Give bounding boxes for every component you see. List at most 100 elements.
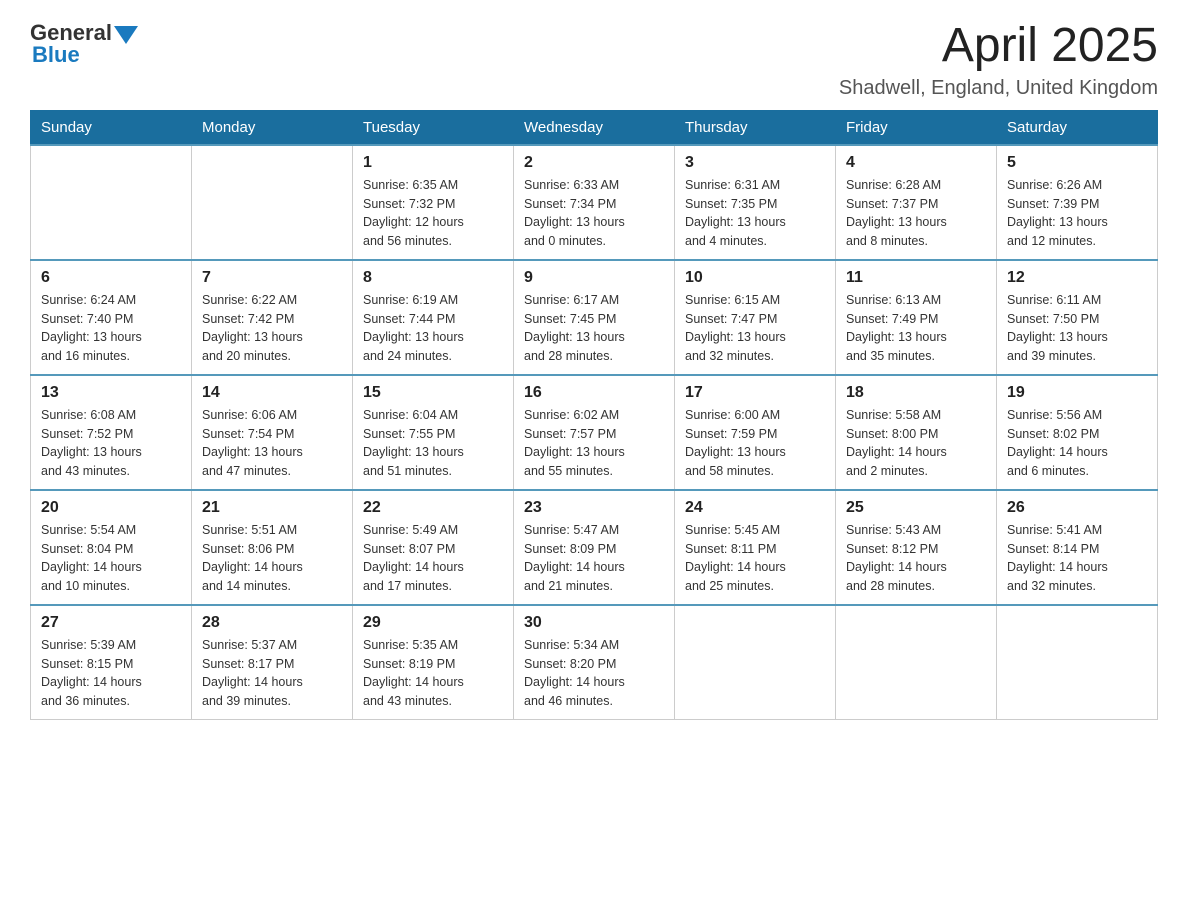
logo-triangle-icon xyxy=(114,26,138,44)
day-info: Sunrise: 5:37 AM Sunset: 8:17 PM Dayligh… xyxy=(202,636,342,711)
day-number: 11 xyxy=(846,269,986,287)
day-info: Sunrise: 6:15 AM Sunset: 7:47 PM Dayligh… xyxy=(685,291,825,366)
calendar-cell: 14 Sunrise: 6:06 AM Sunset: 7:54 PM Dayli… xyxy=(192,375,353,490)
calendar-cell: 7 Sunrise: 6:22 AM Sunset: 7:42 PM Daylig… xyxy=(192,260,353,375)
day-number: 3 xyxy=(685,154,825,172)
day-info: Sunrise: 5:56 AM Sunset: 8:02 PM Dayligh… xyxy=(1007,406,1147,481)
calendar-cell: 13 Sunrise: 6:08 AM Sunset: 7:52 PM Dayli… xyxy=(31,375,192,490)
location-subtitle: Shadwell, England, United Kingdom xyxy=(839,77,1158,100)
day-number: 13 xyxy=(41,384,181,402)
day-number: 28 xyxy=(202,614,342,632)
calendar-week-3: 13 Sunrise: 6:08 AM Sunset: 7:52 PM Dayli… xyxy=(31,375,1158,490)
day-number: 12 xyxy=(1007,269,1147,287)
calendar-week-5: 27 Sunrise: 5:39 AM Sunset: 8:15 PM Dayli… xyxy=(31,605,1158,720)
column-header-thursday: Thursday xyxy=(675,110,836,145)
day-info: Sunrise: 6:33 AM Sunset: 7:34 PM Dayligh… xyxy=(524,176,664,251)
column-header-sunday: Sunday xyxy=(31,110,192,145)
day-number: 22 xyxy=(363,499,503,517)
day-info: Sunrise: 6:22 AM Sunset: 7:42 PM Dayligh… xyxy=(202,291,342,366)
day-info: Sunrise: 5:39 AM Sunset: 8:15 PM Dayligh… xyxy=(41,636,181,711)
day-number: 21 xyxy=(202,499,342,517)
day-info: Sunrise: 6:06 AM Sunset: 7:54 PM Dayligh… xyxy=(202,406,342,481)
day-number: 25 xyxy=(846,499,986,517)
calendar-cell: 11 Sunrise: 6:13 AM Sunset: 7:49 PM Dayli… xyxy=(836,260,997,375)
day-number: 14 xyxy=(202,384,342,402)
calendar-cell: 25 Sunrise: 5:43 AM Sunset: 8:12 PM Dayli… xyxy=(836,490,997,605)
day-number: 4 xyxy=(846,154,986,172)
calendar-cell: 15 Sunrise: 6:04 AM Sunset: 7:55 PM Dayli… xyxy=(353,375,514,490)
day-number: 27 xyxy=(41,614,181,632)
calendar-cell: 18 Sunrise: 5:58 AM Sunset: 8:00 PM Dayli… xyxy=(836,375,997,490)
day-number: 6 xyxy=(41,269,181,287)
day-number: 30 xyxy=(524,614,664,632)
day-info: Sunrise: 6:19 AM Sunset: 7:44 PM Dayligh… xyxy=(363,291,503,366)
calendar-cell: 12 Sunrise: 6:11 AM Sunset: 7:50 PM Dayli… xyxy=(997,260,1158,375)
day-number: 18 xyxy=(846,384,986,402)
calendar-cell xyxy=(997,605,1158,720)
day-info: Sunrise: 5:49 AM Sunset: 8:07 PM Dayligh… xyxy=(363,521,503,596)
column-header-friday: Friday xyxy=(836,110,997,145)
day-info: Sunrise: 6:26 AM Sunset: 7:39 PM Dayligh… xyxy=(1007,176,1147,251)
calendar-cell xyxy=(675,605,836,720)
calendar-cell: 26 Sunrise: 5:41 AM Sunset: 8:14 PM Dayli… xyxy=(997,490,1158,605)
day-info: Sunrise: 5:47 AM Sunset: 8:09 PM Dayligh… xyxy=(524,521,664,596)
column-header-monday: Monday xyxy=(192,110,353,145)
column-header-saturday: Saturday xyxy=(997,110,1158,145)
calendar-cell: 5 Sunrise: 6:26 AM Sunset: 7:39 PM Daylig… xyxy=(997,145,1158,260)
day-number: 16 xyxy=(524,384,664,402)
month-title: April 2025 xyxy=(839,20,1158,73)
day-info: Sunrise: 5:43 AM Sunset: 8:12 PM Dayligh… xyxy=(846,521,986,596)
day-info: Sunrise: 6:00 AM Sunset: 7:59 PM Dayligh… xyxy=(685,406,825,481)
calendar-cell: 27 Sunrise: 5:39 AM Sunset: 8:15 PM Dayli… xyxy=(31,605,192,720)
day-info: Sunrise: 6:08 AM Sunset: 7:52 PM Dayligh… xyxy=(41,406,181,481)
day-info: Sunrise: 6:11 AM Sunset: 7:50 PM Dayligh… xyxy=(1007,291,1147,366)
calendar-cell: 30 Sunrise: 5:34 AM Sunset: 8:20 PM Dayli… xyxy=(514,605,675,720)
calendar-week-4: 20 Sunrise: 5:54 AM Sunset: 8:04 PM Dayli… xyxy=(31,490,1158,605)
calendar-cell: 2 Sunrise: 6:33 AM Sunset: 7:34 PM Daylig… xyxy=(514,145,675,260)
day-info: Sunrise: 6:35 AM Sunset: 7:32 PM Dayligh… xyxy=(363,176,503,251)
day-number: 15 xyxy=(363,384,503,402)
day-number: 24 xyxy=(685,499,825,517)
page-header: General Blue April 2025 Shadwell, Englan… xyxy=(30,20,1158,100)
day-info: Sunrise: 5:35 AM Sunset: 8:19 PM Dayligh… xyxy=(363,636,503,711)
calendar-cell xyxy=(31,145,192,260)
day-number: 7 xyxy=(202,269,342,287)
column-header-wednesday: Wednesday xyxy=(514,110,675,145)
day-number: 26 xyxy=(1007,499,1147,517)
calendar-cell: 4 Sunrise: 6:28 AM Sunset: 7:37 PM Daylig… xyxy=(836,145,997,260)
column-header-tuesday: Tuesday xyxy=(353,110,514,145)
day-info: Sunrise: 5:41 AM Sunset: 8:14 PM Dayligh… xyxy=(1007,521,1147,596)
calendar-cell: 6Sunrise: 6:24 AM Sunset: 7:40 PM Daylig… xyxy=(31,260,192,375)
calendar-cell: 8 Sunrise: 6:19 AM Sunset: 7:44 PM Daylig… xyxy=(353,260,514,375)
calendar-cell: 19 Sunrise: 5:56 AM Sunset: 8:02 PM Dayli… xyxy=(997,375,1158,490)
calendar-cell: 3Sunrise: 6:31 AM Sunset: 7:35 PM Daylig… xyxy=(675,145,836,260)
calendar-cell: 28 Sunrise: 5:37 AM Sunset: 8:17 PM Dayli… xyxy=(192,605,353,720)
calendar-cell: 23 Sunrise: 5:47 AM Sunset: 8:09 PM Dayli… xyxy=(514,490,675,605)
day-info: Sunrise: 5:45 AM Sunset: 8:11 PM Dayligh… xyxy=(685,521,825,596)
calendar-cell: 1Sunrise: 6:35 AM Sunset: 7:32 PM Daylig… xyxy=(353,145,514,260)
day-number: 23 xyxy=(524,499,664,517)
day-number: 8 xyxy=(363,269,503,287)
day-info: Sunrise: 6:28 AM Sunset: 7:37 PM Dayligh… xyxy=(846,176,986,251)
day-info: Sunrise: 5:54 AM Sunset: 8:04 PM Dayligh… xyxy=(41,521,181,596)
day-number: 5 xyxy=(1007,154,1147,172)
day-info: Sunrise: 6:04 AM Sunset: 7:55 PM Dayligh… xyxy=(363,406,503,481)
day-number: 19 xyxy=(1007,384,1147,402)
calendar-cell xyxy=(836,605,997,720)
calendar-cell: 20 Sunrise: 5:54 AM Sunset: 8:04 PM Dayli… xyxy=(31,490,192,605)
day-number: 29 xyxy=(363,614,503,632)
day-info: Sunrise: 5:58 AM Sunset: 8:00 PM Dayligh… xyxy=(846,406,986,481)
day-info: Sunrise: 6:13 AM Sunset: 7:49 PM Dayligh… xyxy=(846,291,986,366)
calendar-cell: 16Sunrise: 6:02 AM Sunset: 7:57 PM Dayli… xyxy=(514,375,675,490)
day-number: 2 xyxy=(524,154,664,172)
day-info: Sunrise: 5:34 AM Sunset: 8:20 PM Dayligh… xyxy=(524,636,664,711)
day-info: Sunrise: 5:51 AM Sunset: 8:06 PM Dayligh… xyxy=(202,521,342,596)
day-number: 10 xyxy=(685,269,825,287)
day-number: 20 xyxy=(41,499,181,517)
calendar-table: SundayMondayTuesdayWednesdayThursdayFrid… xyxy=(30,110,1158,720)
calendar-cell: 9Sunrise: 6:17 AM Sunset: 7:45 PM Daylig… xyxy=(514,260,675,375)
title-area: April 2025 Shadwell, England, United Kin… xyxy=(839,20,1158,100)
calendar-cell: 29 Sunrise: 5:35 AM Sunset: 8:19 PM Dayli… xyxy=(353,605,514,720)
calendar-cell: 17 Sunrise: 6:00 AM Sunset: 7:59 PM Dayli… xyxy=(675,375,836,490)
day-number: 17 xyxy=(685,384,825,402)
